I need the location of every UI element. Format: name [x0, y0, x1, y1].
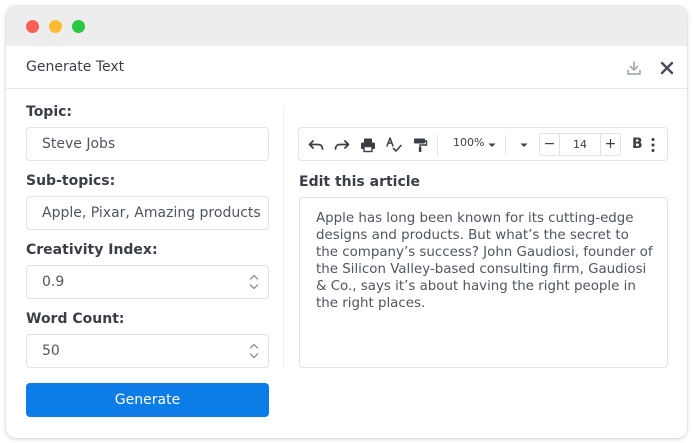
font-size-value[interactable]: 14: [560, 138, 600, 151]
editor-toolbar: 100% − 14 + B: [298, 127, 668, 161]
editor-label: Edit this article: [299, 174, 421, 190]
paint-format-icon[interactable]: [411, 136, 429, 154]
creativity-index-label: Creativity Index:: [26, 242, 158, 258]
more-vert-icon[interactable]: [649, 136, 657, 154]
maximize-window-button[interactable]: [72, 20, 85, 33]
spinner-arrows-icon[interactable]: [249, 273, 259, 291]
topic-label: Topic:: [26, 104, 73, 120]
chevron-down-icon[interactable]: [487, 136, 497, 154]
panel-divider: [283, 106, 284, 368]
minimize-window-button[interactable]: [49, 20, 62, 33]
font-size-stepper: − 14 +: [539, 133, 621, 156]
print-icon[interactable]: [359, 136, 377, 154]
word-count-field[interactable]: 50: [26, 334, 269, 368]
dialog-title: Generate Text: [26, 59, 125, 75]
increase-font-size-button[interactable]: +: [600, 134, 620, 155]
word-count-label: Word Count:: [26, 311, 125, 327]
zoom-level[interactable]: 100%: [453, 136, 484, 149]
spellcheck-icon[interactable]: [385, 136, 403, 154]
decrease-font-size-button[interactable]: −: [540, 134, 560, 155]
undo-icon[interactable]: [307, 136, 325, 154]
spinner-arrows-icon[interactable]: [249, 342, 259, 360]
dialog-header: Generate Text: [6, 46, 687, 89]
creativity-index-value: 0.9: [42, 274, 65, 290]
download-icon[interactable]: [624, 58, 644, 78]
title-bar: [6, 6, 687, 46]
article-textarea[interactable]: Apple has long been known for its cuttin…: [299, 197, 668, 368]
word-count-value: 50: [42, 343, 60, 359]
chevron-down-icon[interactable]: [519, 136, 529, 154]
generate-button[interactable]: Generate: [26, 383, 269, 417]
toolbar-separator: [437, 135, 438, 155]
subtopics-label: Sub-topics:: [26, 173, 116, 189]
generate-text-window: Generate Text Topic: Steve Jobs Sub-topi…: [6, 6, 687, 438]
subtopics-input[interactable]: Apple, Pixar, Amazing products: [26, 196, 269, 230]
topic-input[interactable]: Steve Jobs: [26, 127, 269, 161]
close-icon[interactable]: [657, 58, 677, 78]
toolbar-separator: [505, 135, 506, 155]
creativity-index-field[interactable]: 0.9: [26, 265, 269, 299]
close-window-button[interactable]: [26, 20, 39, 33]
redo-icon[interactable]: [333, 136, 351, 154]
bold-button[interactable]: B: [632, 136, 643, 152]
